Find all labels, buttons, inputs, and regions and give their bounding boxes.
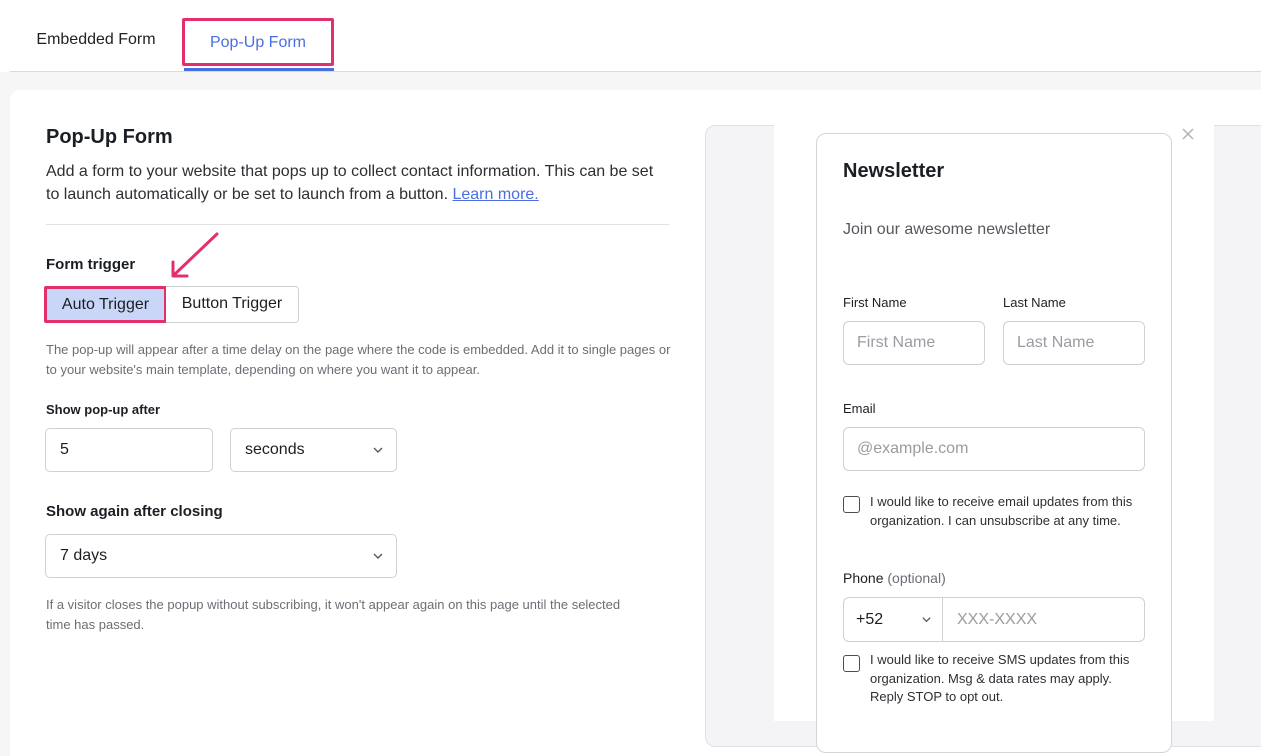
phone-optional-text: (optional) bbox=[887, 570, 946, 586]
chevron-down-icon bbox=[922, 617, 931, 623]
phone-label-text: Phone bbox=[843, 570, 884, 586]
show-again-label: Show again after closing bbox=[46, 503, 223, 520]
email-field[interactable]: @example.com bbox=[843, 427, 1145, 471]
country-code-value: +52 bbox=[856, 611, 884, 628]
last-name-label: Last Name bbox=[1003, 295, 1066, 310]
show-after-input[interactable]: 5 bbox=[45, 428, 213, 472]
tab-popup-form[interactable]: Pop-Up Form bbox=[182, 18, 334, 66]
newsletter-subtitle: Join our awesome newsletter bbox=[843, 221, 1051, 238]
last-name-field[interactable]: Last Name bbox=[1003, 321, 1145, 365]
learn-more-link[interactable]: Learn more. bbox=[452, 186, 538, 203]
show-again-help-text: If a visitor closes the popup without su… bbox=[46, 597, 621, 632]
show-again-select[interactable]: 7 days bbox=[45, 534, 397, 578]
tab-bar: Embedded Form Pop-Up Form bbox=[0, 0, 1261, 72]
newsletter-title: Newsletter bbox=[843, 160, 945, 182]
annotation-arrow-icon bbox=[171, 232, 219, 278]
button-trigger-button[interactable]: Button Trigger bbox=[166, 286, 299, 323]
close-icon[interactable] bbox=[1180, 124, 1196, 140]
page-title: Pop-Up Form bbox=[46, 126, 173, 148]
email-label: Email bbox=[843, 401, 876, 416]
show-after-label: Show pop-up after bbox=[46, 402, 161, 417]
section-divider bbox=[46, 224, 669, 225]
sms-consent-checkbox[interactable] bbox=[843, 655, 860, 672]
phone-number-field[interactable]: XXX-XXXX bbox=[944, 598, 1144, 641]
auto-trigger-button[interactable]: Auto Trigger bbox=[44, 286, 167, 323]
show-after-unit-select[interactable]: seconds bbox=[230, 428, 397, 472]
page-description: Add a form to your website that pops up … bbox=[46, 160, 666, 206]
country-code-select[interactable]: +52 bbox=[844, 598, 943, 641]
show-again-value: 7 days bbox=[60, 547, 108, 564]
show-after-unit-value: seconds bbox=[245, 441, 305, 458]
phone-label: Phone (optional) bbox=[843, 570, 946, 586]
chevron-down-icon bbox=[373, 447, 383, 453]
tab-embedded-form[interactable]: Embedded Form bbox=[22, 18, 170, 66]
email-consent-text: I would like to receive email updates fr… bbox=[870, 494, 1133, 528]
phone-input-group: +52 XXX-XXXX bbox=[843, 597, 1145, 642]
description-text: Add a form to your website that pops up … bbox=[46, 163, 654, 203]
chevron-down-icon bbox=[373, 553, 383, 559]
tab-divider bbox=[10, 71, 1261, 72]
trigger-help-text: The pop-up will appear after a time dela… bbox=[46, 342, 671, 377]
first-name-field[interactable]: First Name bbox=[843, 321, 985, 365]
email-consent-checkbox[interactable] bbox=[843, 496, 860, 513]
form-trigger-label: Form trigger bbox=[46, 256, 136, 273]
sms-consent-text: I would like to receive SMS updates from… bbox=[870, 652, 1130, 704]
first-name-label: First Name bbox=[843, 295, 907, 310]
